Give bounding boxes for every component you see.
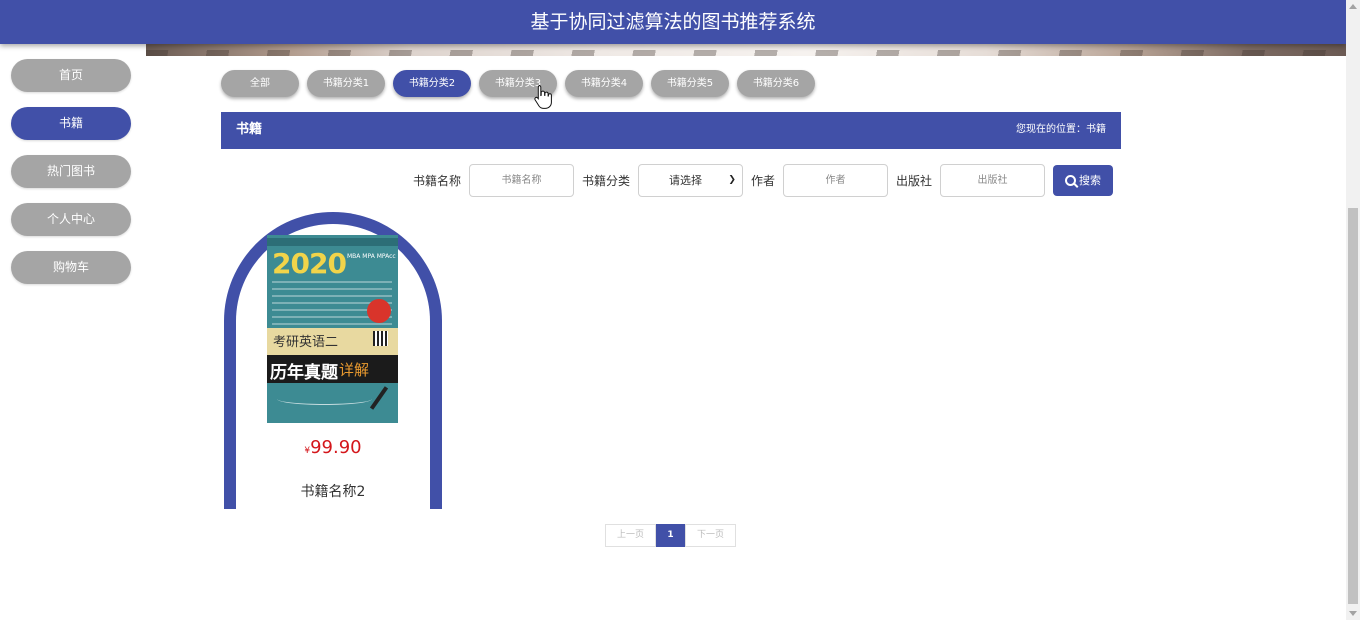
current-page-button[interactable]: 1 xyxy=(656,524,685,547)
cover-title-band: 历年真题 详解 xyxy=(267,355,398,383)
book-card-inner: 2020 MBA MPA MPAcc 考研英语二 历年真题 详解 ¥99.90 … xyxy=(236,224,430,509)
tab-category-2[interactable]: 书籍分类2 xyxy=(393,70,471,97)
cover-title-main: 历年真题 xyxy=(270,363,338,383)
search-icon xyxy=(1065,175,1076,186)
tab-category-5[interactable]: 书籍分类5 xyxy=(651,70,729,97)
cover-series: MBA MPA MPAcc xyxy=(347,253,396,260)
prev-page-button[interactable]: 上一页 xyxy=(605,524,656,547)
book-card[interactable]: 2020 MBA MPA MPAcc 考研英语二 历年真题 详解 ¥99.90 … xyxy=(224,212,442,509)
sidebar-item-cart[interactable]: 购物车 xyxy=(11,251,131,284)
book-cover-image[interactable]: 2020 MBA MPA MPAcc 考研英语二 历年真题 详解 xyxy=(267,235,398,423)
cover-title-accent: 详解 xyxy=(339,361,370,379)
cover-badge xyxy=(367,299,391,323)
sidebar-item-popular-books[interactable]: 热门图书 xyxy=(11,155,131,188)
book-name-label: 书籍名称 xyxy=(412,174,461,188)
search-button[interactable]: 搜索 xyxy=(1053,165,1113,196)
sidebar-item-books[interactable]: 书籍 xyxy=(11,107,131,140)
chevron-down-icon: ❯ xyxy=(728,175,736,185)
cover-top-strip xyxy=(267,238,398,246)
author-input[interactable]: 作者 xyxy=(782,164,888,197)
search-bar: 书籍名称 书籍名称 书籍分类 请选择 ❯ 作者 作者 出版社 出版社 搜索 xyxy=(413,164,1113,197)
publisher-input[interactable]: 出版社 xyxy=(940,164,1045,197)
author-label: 作者 xyxy=(750,174,775,188)
price-value: 99.90 xyxy=(310,437,362,458)
tab-category-6[interactable]: 书籍分类6 xyxy=(737,70,815,97)
sidebar-nav: 首页 书籍 热门图书 个人中心 购物车 xyxy=(11,59,131,299)
cover-signature xyxy=(277,393,372,405)
site-header: 基于协同过滤算法的图书推荐系统 xyxy=(0,0,1346,44)
scroll-down-arrow-icon[interactable] xyxy=(1349,611,1357,616)
cover-subtitle: 考研英语二 xyxy=(273,335,339,350)
tab-category-1[interactable]: 书籍分类1 xyxy=(307,70,385,97)
search-button-label: 搜索 xyxy=(1079,174,1101,187)
scroll-thumb[interactable] xyxy=(1348,208,1358,604)
scroll-up-arrow-icon[interactable] xyxy=(1349,4,1357,9)
publisher-label: 出版社 xyxy=(895,174,932,188)
category-tabs: 全部 书籍分类1 书籍分类2 书籍分类3 书籍分类4 书籍分类5 书籍分类6 xyxy=(221,70,823,98)
tab-category-all[interactable]: 全部 xyxy=(221,70,299,97)
section-title: 书籍 xyxy=(236,122,263,137)
pagination: 上一页 1 下一页 xyxy=(605,524,736,547)
section-header-bar: 书籍 您现在的位置：书籍 xyxy=(221,112,1121,149)
breadcrumb: 您现在的位置：书籍 xyxy=(1016,124,1106,135)
cover-subtitle-band: 考研英语二 xyxy=(267,328,398,355)
sidebar-item-home[interactable]: 首页 xyxy=(11,59,131,92)
next-page-button[interactable]: 下一页 xyxy=(685,524,736,547)
qr-code-icon xyxy=(373,331,388,346)
book-name-input[interactable]: 书籍名称 xyxy=(468,164,574,197)
category-label: 书籍分类 xyxy=(581,174,630,188)
category-select[interactable]: 请选择 ❯ xyxy=(637,164,743,197)
site-title: 基于协同过滤算法的图书推荐系统 xyxy=(530,11,816,33)
tab-category-4[interactable]: 书籍分类4 xyxy=(565,70,643,97)
book-price: ¥99.90 xyxy=(236,437,430,458)
pen-icon xyxy=(369,386,389,410)
category-select-value: 请选择 xyxy=(668,174,702,187)
page: 基于协同过滤算法的图书推荐系统 首页 书籍 热门图书 个人中心 购物车 全部 书… xyxy=(0,0,1360,620)
sidebar-item-personal-center[interactable]: 个人中心 xyxy=(11,203,131,236)
hand-pointer-cursor-icon xyxy=(534,85,552,109)
book-name[interactable]: 书籍名称2 xyxy=(236,481,430,501)
vertical-scrollbar[interactable] xyxy=(1346,0,1360,620)
cover-year: 2020 xyxy=(272,247,347,280)
